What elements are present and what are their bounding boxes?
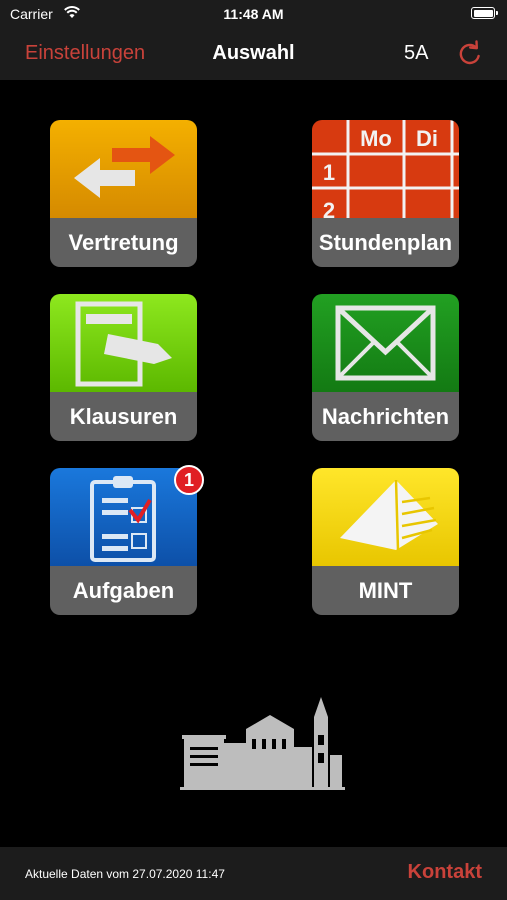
tile-aufgaben[interactable]: Aufgaben xyxy=(50,468,197,615)
navigation-bar: Einstellungen Auswahl 5A xyxy=(0,30,507,80)
pyramid-icon xyxy=(340,479,438,551)
tile-label: Nachrichten xyxy=(321,404,450,429)
tile-label: Stundenplan xyxy=(318,230,453,255)
battery-icon xyxy=(471,7,498,19)
class-label: 5A xyxy=(404,42,429,64)
arrows-icon xyxy=(74,136,175,198)
timetable-header-di: Di xyxy=(416,126,438,151)
clock: 11:48 AM xyxy=(223,6,284,22)
school-logo xyxy=(180,697,345,790)
settings-button[interactable]: Einstellungen xyxy=(25,42,145,65)
footer-bar: Aktuelle Daten vom 27.07.2020 11:47 Kont… xyxy=(0,847,507,900)
tile-label: Aufgaben xyxy=(72,578,175,603)
contact-button[interactable]: Kontakt xyxy=(408,861,482,884)
tile-stundenplan[interactable]: Mo Di 1 2 Stundenplan xyxy=(312,120,459,267)
data-timestamp: Aktuelle Daten vom 27.07.2020 11:47 xyxy=(25,867,225,881)
tile-label: Klausuren xyxy=(69,404,178,429)
pencil-paper-icon xyxy=(75,301,172,387)
tile-mint[interactable]: MINT xyxy=(312,468,459,615)
timetable-icon: Mo Di 1 2 xyxy=(312,120,459,218)
envelope-icon xyxy=(335,305,436,381)
tile-vertretung[interactable]: Vertretung xyxy=(50,120,197,267)
tile-label: Vertretung xyxy=(68,230,179,255)
tile-klausuren[interactable]: Klausuren xyxy=(50,294,197,441)
tile-label: MINT xyxy=(358,578,413,603)
status-bar: Carrier 11:48 AM xyxy=(0,0,507,30)
timetable-row-1: 1 xyxy=(323,160,335,185)
timetable-header-mo: Mo xyxy=(360,126,392,151)
timetable-row-2: 2 xyxy=(323,198,335,218)
notification-badge: 1 xyxy=(174,465,204,495)
refresh-icon[interactable] xyxy=(455,38,485,68)
tile-nachrichten[interactable]: Nachrichten xyxy=(312,294,459,441)
